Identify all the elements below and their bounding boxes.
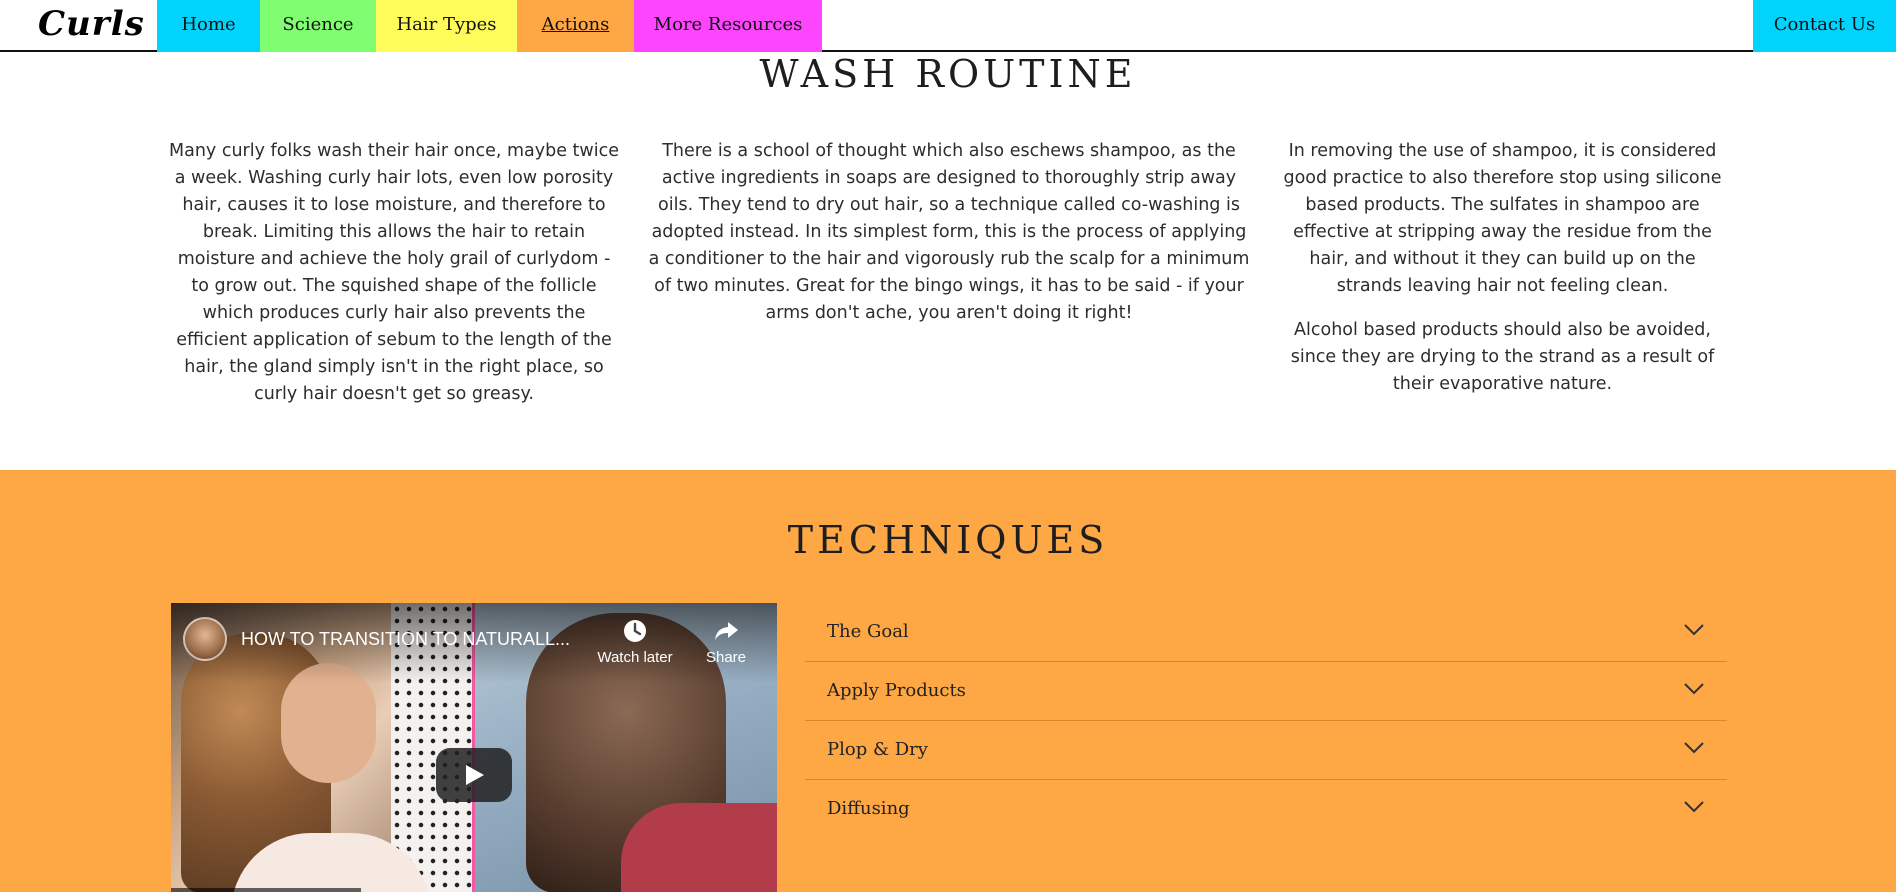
- accordion-label: Diffusing: [827, 798, 910, 819]
- accordion-item-diffusing[interactable]: Diffusing: [805, 780, 1727, 839]
- nav-item-science[interactable]: Science: [260, 0, 376, 52]
- watch-later-label: Watch later: [597, 649, 673, 666]
- wash-paragraph: In removing the use of shampoo, it is co…: [1283, 141, 1722, 296]
- nav-item-hair-types[interactable]: Hair Types: [376, 0, 517, 52]
- play-icon: [466, 765, 484, 785]
- share-icon: [686, 617, 766, 645]
- accordion-item-the-goal[interactable]: The Goal: [805, 603, 1727, 662]
- watch-later-button[interactable]: Watch later: [595, 617, 675, 666]
- channel-avatar-icon[interactable]: [183, 617, 227, 661]
- wash-paragraph: Alcohol based products should also be av…: [1290, 320, 1715, 394]
- video-progress-bar[interactable]: [171, 888, 361, 892]
- wash-column-1: Many curly folks wash their hair once, m…: [168, 138, 620, 425]
- chevron-down-icon: [1684, 683, 1704, 695]
- wash-routine-heading: WASH ROUTINE: [759, 52, 1137, 96]
- accordion-label: Plop & Dry: [827, 739, 928, 760]
- accordion-label: The Goal: [827, 621, 909, 642]
- wash-paragraph: There is a school of thought which also …: [648, 141, 1250, 323]
- brand-logo[interactable]: Curls: [38, 4, 145, 44]
- share-button[interactable]: Share: [686, 617, 766, 666]
- clock-icon: [595, 617, 675, 645]
- chevron-down-icon: [1684, 801, 1704, 813]
- chevron-down-icon: [1684, 742, 1704, 754]
- video-embed[interactable]: HOW TO TRANSITION TO NATURALL... Watch l…: [171, 603, 777, 892]
- top-navbar: Curls Home Science Hair Types Actions Mo…: [0, 0, 1896, 52]
- play-button[interactable]: [436, 748, 512, 802]
- video-title[interactable]: HOW TO TRANSITION TO NATURALL...: [241, 629, 591, 650]
- wash-column-2: There is a school of thought which also …: [645, 138, 1253, 344]
- accordion-label: Apply Products: [827, 680, 966, 701]
- techniques-heading: TECHNIQUES: [787, 518, 1109, 562]
- wash-paragraph: Many curly folks wash their hair once, m…: [169, 141, 619, 404]
- accordion-item-apply-products[interactable]: Apply Products: [805, 662, 1727, 721]
- nav-item-more-resources[interactable]: More Resources: [634, 0, 822, 52]
- accordion-item-plop-and-dry[interactable]: Plop & Dry: [805, 721, 1727, 780]
- nav-item-actions[interactable]: Actions: [517, 0, 634, 52]
- nav-item-contact-us[interactable]: Contact Us: [1753, 0, 1896, 52]
- wash-column-3: In removing the use of shampoo, it is co…: [1275, 138, 1730, 415]
- shirt-shape: [621, 803, 777, 892]
- chevron-down-icon: [1684, 624, 1704, 636]
- nav-item-home[interactable]: Home: [157, 0, 260, 52]
- share-label: Share: [705, 649, 747, 666]
- techniques-accordion: The Goal Apply Products Plop & Dry Diffu…: [805, 603, 1727, 839]
